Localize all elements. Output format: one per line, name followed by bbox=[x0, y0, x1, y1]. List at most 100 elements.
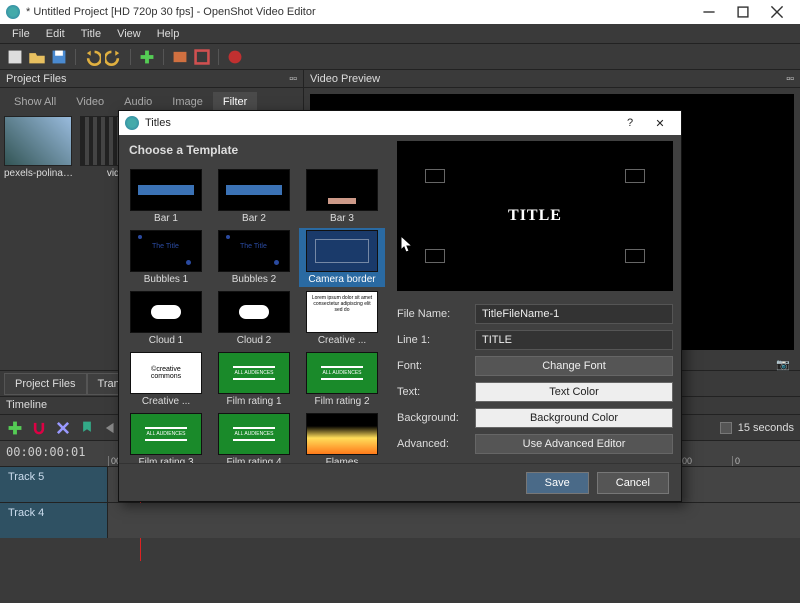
template-item[interactable]: Bar 3 bbox=[299, 167, 385, 226]
razor-icon[interactable] bbox=[54, 419, 72, 437]
snap-icon[interactable] bbox=[30, 419, 48, 437]
profile-icon[interactable] bbox=[171, 48, 189, 66]
titles-dialog: Titles ? ✕ Choose a Template Bar 1 Bar 2 B… bbox=[118, 110, 682, 502]
template-item[interactable]: Lorem ipsum dolor sit amet consectetur a… bbox=[299, 289, 385, 348]
template-thumb: ©creativecommons bbox=[130, 352, 202, 394]
template-label: Camera border bbox=[301, 272, 383, 285]
text-color-label: Text: bbox=[397, 386, 475, 398]
redo-icon[interactable] bbox=[105, 48, 123, 66]
tab-filter[interactable]: Filter bbox=[213, 92, 257, 112]
template-item[interactable]: The TitleBubbles 1 bbox=[123, 228, 209, 287]
minimize-button[interactable] bbox=[692, 2, 726, 22]
template-thumb bbox=[218, 169, 290, 211]
menu-file[interactable]: File bbox=[4, 26, 38, 42]
template-thumb: ALL AUDIENCES bbox=[306, 352, 378, 394]
tab-image[interactable]: Image bbox=[162, 92, 213, 112]
tab-video[interactable]: Video bbox=[66, 92, 114, 112]
background-color-button[interactable]: Background Color bbox=[475, 408, 673, 428]
template-label: Bubbles 2 bbox=[213, 272, 295, 285]
template-item[interactable]: ALL AUDIENCESFilm rating 3 bbox=[123, 411, 209, 463]
template-thumb: ALL AUDIENCES bbox=[218, 413, 290, 455]
project-file-label: pexels-polina-ta... bbox=[4, 166, 76, 179]
template-item[interactable]: The TitleBubbles 2 bbox=[211, 228, 297, 287]
template-item[interactable]: ALL AUDIENCESFilm rating 4 bbox=[211, 411, 297, 463]
tab-show-all[interactable]: Show All bbox=[4, 92, 66, 112]
fullscreen-icon[interactable] bbox=[193, 48, 211, 66]
cancel-button[interactable]: Cancel bbox=[597, 472, 669, 494]
close-button[interactable] bbox=[760, 2, 794, 22]
save-project-icon[interactable] bbox=[50, 48, 68, 66]
seconds-checkbox[interactable] bbox=[720, 422, 732, 434]
advanced-editor-button[interactable]: Use Advanced Editor bbox=[475, 434, 673, 454]
template-item[interactable]: ©creativecommonsCreative ... bbox=[123, 350, 209, 409]
template-label: Bar 2 bbox=[213, 211, 295, 224]
track-row[interactable]: Track 4 bbox=[0, 502, 800, 538]
marker-icon[interactable] bbox=[78, 419, 96, 437]
template-label: Cloud 1 bbox=[125, 333, 207, 346]
dialog-close-button[interactable]: ✕ bbox=[645, 117, 675, 130]
track-label: Track 4 bbox=[0, 503, 108, 538]
text-color-button[interactable]: Text Color bbox=[475, 382, 673, 402]
undo-icon[interactable] bbox=[83, 48, 101, 66]
dialog-title: Titles bbox=[145, 117, 615, 129]
template-list[interactable]: Bar 1Bar 2Bar 3The TitleBubbles 1The Tit… bbox=[119, 165, 389, 463]
window-title: * Untitled Project [HD 720p 30 fps] - Op… bbox=[26, 6, 692, 18]
menu-title[interactable]: Title bbox=[73, 26, 109, 42]
template-item[interactable]: Camera border bbox=[299, 228, 385, 287]
project-filter-tabs: Show All Video Audio Image Filter bbox=[0, 88, 303, 112]
tab-project-files[interactable]: Project Files bbox=[4, 373, 87, 395]
preview-title-text: TITLE bbox=[508, 207, 562, 225]
file-name-input[interactable] bbox=[475, 304, 673, 324]
track-label: Track 5 bbox=[0, 467, 108, 502]
menu-view[interactable]: View bbox=[109, 26, 149, 42]
maximize-button[interactable] bbox=[726, 2, 760, 22]
panel-undock-icon[interactable]: ▫▫ bbox=[786, 73, 794, 85]
change-font-button[interactable]: Change Font bbox=[475, 356, 673, 376]
template-item[interactable]: ALL AUDIENCESFilm rating 2 bbox=[299, 350, 385, 409]
template-item[interactable]: Cloud 1 bbox=[123, 289, 209, 348]
menu-help[interactable]: Help bbox=[149, 26, 188, 42]
template-label: Cloud 2 bbox=[213, 333, 295, 346]
timecode: 00:00:00:01 bbox=[6, 445, 85, 459]
main-toolbar bbox=[0, 44, 800, 70]
template-thumb bbox=[130, 291, 202, 333]
line1-input[interactable] bbox=[475, 330, 673, 350]
template-label: Bar 3 bbox=[301, 211, 383, 224]
project-files-label: Project Files bbox=[6, 73, 67, 85]
panel-undock-icon[interactable]: ▫▫ bbox=[289, 73, 297, 85]
file-name-label: File Name: bbox=[397, 308, 475, 320]
open-project-icon[interactable] bbox=[28, 48, 46, 66]
template-thumb bbox=[306, 230, 378, 272]
template-label: Film rating 2 bbox=[301, 394, 383, 407]
template-item[interactable]: Bar 2 bbox=[211, 167, 297, 226]
choose-template-label: Choose a Template bbox=[119, 135, 389, 165]
template-label: Flames bbox=[301, 455, 383, 463]
tab-audio[interactable]: Audio bbox=[114, 92, 162, 112]
template-item[interactable]: Cloud 2 bbox=[211, 289, 297, 348]
template-label: Film rating 4 bbox=[213, 455, 295, 463]
template-item[interactable]: ALL AUDIENCESFilm rating 1 bbox=[211, 350, 297, 409]
new-project-icon[interactable] bbox=[6, 48, 24, 66]
template-item[interactable]: Bar 1 bbox=[123, 167, 209, 226]
menu-edit[interactable]: Edit bbox=[38, 26, 73, 42]
template-thumb: The Title bbox=[130, 230, 202, 272]
add-track-icon[interactable] bbox=[6, 419, 24, 437]
export-icon[interactable] bbox=[226, 48, 244, 66]
save-button[interactable]: Save bbox=[526, 472, 589, 494]
template-item[interactable]: Flames bbox=[299, 411, 385, 463]
import-files-icon[interactable] bbox=[138, 48, 156, 66]
template-thumb bbox=[130, 169, 202, 211]
template-label: Film rating 3 bbox=[125, 455, 207, 463]
app-icon bbox=[6, 5, 20, 19]
project-file-item[interactable]: pexels-polina-ta... bbox=[4, 116, 76, 179]
dialog-help-button[interactable]: ? bbox=[615, 117, 645, 129]
snapshot-icon[interactable]: 📷 bbox=[776, 358, 790, 371]
video-preview-label: Video Preview bbox=[310, 73, 380, 85]
template-label: Film rating 1 bbox=[213, 394, 295, 407]
seconds-label: 15 seconds bbox=[738, 422, 794, 434]
template-thumb bbox=[218, 291, 290, 333]
app-icon bbox=[125, 116, 139, 130]
template-thumb: The Title bbox=[218, 230, 290, 272]
template-thumb: ALL AUDIENCES bbox=[130, 413, 202, 455]
template-label: Bubbles 1 bbox=[125, 272, 207, 285]
